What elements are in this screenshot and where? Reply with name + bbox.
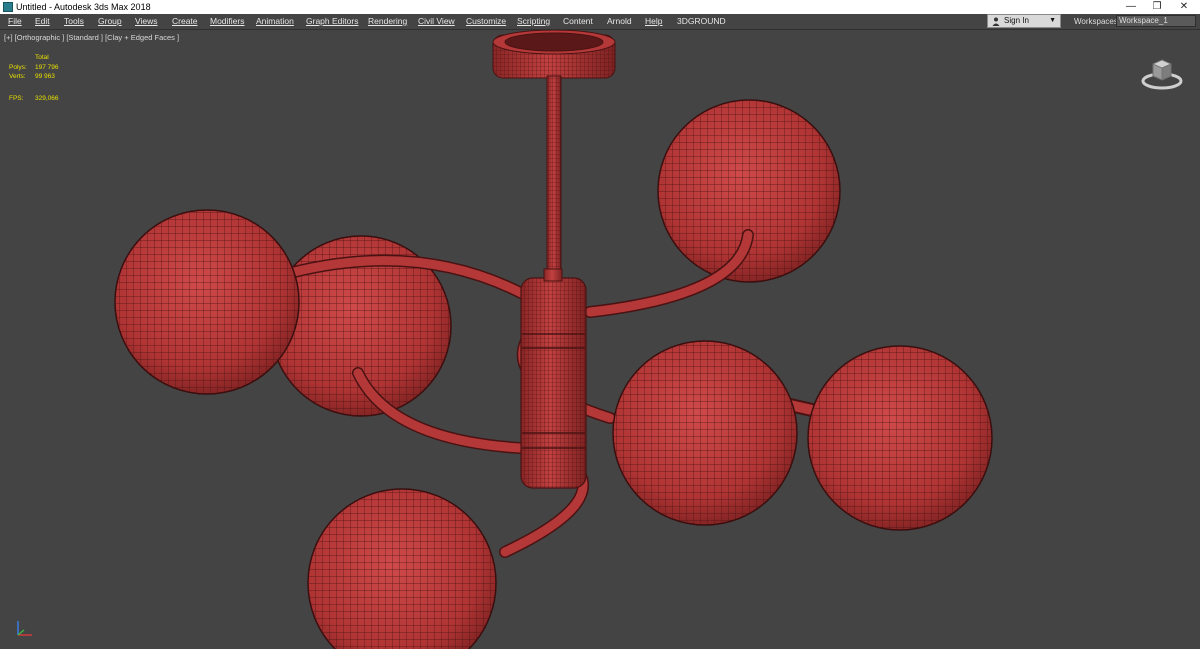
stats-polys-value: 197 796 [35, 64, 59, 71]
chevron-down-icon: ▼ [1049, 17, 1056, 24]
title-bar: Untitled - Autodesk 3ds Max 2018 — ❐ ✕ [0, 0, 1200, 14]
window-title: Untitled - Autodesk 3ds Max 2018 [16, 2, 151, 12]
menu-file[interactable]: File [8, 14, 22, 29]
sign-in-label: Sign In [1004, 16, 1029, 25]
sign-in-dropdown[interactable]: Sign In ▼ [987, 14, 1061, 28]
sphere-front-center [612, 340, 798, 526]
menu-rendering[interactable]: Rendering [368, 14, 407, 29]
stats-polys-label: Polys: [9, 64, 27, 71]
viewport-label[interactable]: [+] [Orthographic ] [Standard ] [Clay + … [4, 33, 179, 42]
ceiling-canopy [492, 30, 616, 79]
app-icon [3, 2, 13, 12]
perspective-viewport[interactable]: [+] [Orthographic ] [Standard ] [Clay + … [0, 30, 1200, 649]
menu-3dground[interactable]: 3DGROUND [677, 14, 726, 29]
menu-civil-view[interactable]: Civil View [418, 14, 455, 29]
stats-verts-label: Verts: [9, 73, 26, 80]
stats-verts-value: 99 963 [35, 73, 55, 80]
workspaces-label: Workspaces: [1074, 17, 1121, 26]
menu-edit[interactable]: Edit [35, 14, 50, 29]
menu-modifiers[interactable]: Modifiers [210, 14, 244, 29]
menu-scripting[interactable]: Scripting [517, 14, 550, 29]
menu-content[interactable]: Content [563, 14, 593, 29]
sphere-right [807, 345, 993, 531]
restore-button[interactable]: ❐ [1143, 0, 1171, 14]
workspace-select[interactable]: Workspace_1 [1116, 15, 1196, 27]
close-button[interactable]: ✕ [1170, 0, 1198, 14]
person-icon [992, 17, 1000, 26]
sphere-bottom [307, 488, 497, 649]
stats-fps-label: FPS: [9, 95, 24, 102]
stats-fps-value: 329,066 [35, 95, 59, 102]
minimize-button[interactable]: — [1117, 0, 1145, 14]
menu-arnold[interactable]: Arnold [607, 14, 632, 29]
menu-tools[interactable]: Tools [64, 14, 84, 29]
menu-animation[interactable]: Animation [256, 14, 294, 29]
menu-views[interactable]: Views [135, 14, 158, 29]
central-body [520, 268, 587, 489]
menu-help[interactable]: Help [645, 14, 662, 29]
support-rod [546, 75, 562, 275]
viewcube-icon[interactable] [1137, 54, 1187, 92]
axis-tripod-icon [17, 621, 32, 636]
menu-group[interactable]: Group [98, 14, 122, 29]
stats-total-label: Total [35, 54, 49, 61]
menu-customize[interactable]: Customize [466, 14, 506, 29]
menu-graph-editors[interactable]: Graph Editors [306, 14, 358, 29]
sphere-back-right [657, 99, 841, 283]
menu-create[interactable]: Create [172, 14, 198, 29]
scene-render[interactable] [0, 30, 1200, 649]
menu-bar: File Edit Tools Group Views Create Modif… [0, 14, 1200, 30]
sphere-left [114, 209, 300, 395]
